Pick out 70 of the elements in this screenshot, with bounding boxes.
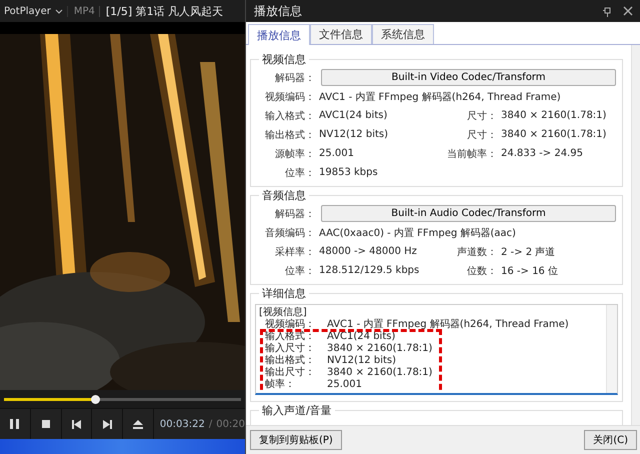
skip-back-icon xyxy=(72,420,81,428)
time-separator: / xyxy=(208,418,212,430)
detail-value: 25.001 xyxy=(327,379,362,390)
field-value: 3840 × 2160(1.78:1) xyxy=(500,110,606,121)
detail-value: AVC1 - 内置 FFmpeg 解码器(h264, Thread Frame) xyxy=(327,319,569,330)
skip-forward-icon xyxy=(102,420,112,428)
field-value: 25.001 xyxy=(318,148,355,159)
pause-icon xyxy=(10,419,20,429)
scrollbar[interactable] xyxy=(631,45,640,425)
chevron-down-icon xyxy=(54,8,63,14)
dialog-button[interactable]: 复制到剪贴板(P) xyxy=(250,430,342,450)
tab[interactable]: 系统信息 xyxy=(372,24,434,44)
field-label: 输入格式： xyxy=(264,110,315,122)
current-time: 00:03:22 xyxy=(160,418,205,430)
group-heading: 音频信息 xyxy=(259,188,309,203)
field-label: 声道数： xyxy=(456,246,497,258)
field-label: 位率： xyxy=(284,264,315,278)
detail-label: 输出尺寸： xyxy=(265,367,316,378)
field-value: 128.512/129.5 kbps xyxy=(318,265,420,276)
field-value: AVC1 - 内置 FFmpeg 解码器(h264, Thread Frame) xyxy=(318,90,561,104)
field-value: NV12(12 bits) xyxy=(318,129,390,140)
section-header: [视频信息] xyxy=(259,307,307,318)
field-label: 采样率： xyxy=(274,246,315,258)
field-label: 位率： xyxy=(284,166,315,180)
total-time: 00:20 xyxy=(216,418,246,430)
scrollbar[interactable] xyxy=(606,305,617,393)
detail-label: 视频编码： xyxy=(265,319,316,330)
dialog-button[interactable]: 关闭(C) xyxy=(584,430,637,450)
field-label: 源帧率： xyxy=(274,148,315,160)
eject-icon xyxy=(133,420,144,428)
field-value: AAC(0xaac0) - 内置 FFmpeg 解码器(aac) xyxy=(318,226,516,240)
field-value: 19853 kbps xyxy=(318,167,379,178)
seek-bar[interactable] xyxy=(4,398,241,401)
field-value: AVC1(24 bits) xyxy=(318,110,388,121)
tab[interactable]: 播放信息 xyxy=(248,24,310,45)
decoder-button[interactable]: Built-in Video Codec/Transform xyxy=(321,69,616,86)
tab[interactable]: 文件信息 xyxy=(310,24,372,44)
app-menu-button[interactable]: PotPlayer xyxy=(0,6,68,16)
dialog-title: 播放信息 xyxy=(254,2,303,20)
field-label: 解码器： xyxy=(274,72,315,84)
pin-icon[interactable] xyxy=(602,6,613,16)
field-value: 24.833 -> 24.95 xyxy=(500,148,583,159)
field-value: 16 -> 16 位 xyxy=(500,264,558,278)
field-label: 位数： xyxy=(466,264,497,278)
detail-label: 帧率： xyxy=(265,379,296,391)
field-value: 3840 × 2160(1.78:1) xyxy=(500,129,606,140)
field-value: 48000 -> 48000 Hz xyxy=(318,246,418,257)
group-heading: 输入声道/音量 xyxy=(259,403,335,418)
detail-value: 3840 × 2160(1.78:1) xyxy=(327,343,432,354)
close-icon[interactable] xyxy=(623,6,633,16)
field-label: 输出格式： xyxy=(264,128,315,142)
stop-icon xyxy=(42,420,50,428)
format-label: MP4 xyxy=(74,6,100,16)
detail-label: 输入尺寸： xyxy=(265,343,316,354)
detail-value: 3840 × 2160(1.78:1) xyxy=(327,367,432,378)
field-value: 2 -> 2 声道 xyxy=(500,246,556,258)
detail-label: 输出格式： xyxy=(265,355,316,366)
field-label: 尺寸： xyxy=(466,110,497,122)
group-heading: 视频信息 xyxy=(259,52,309,67)
detail-value: NV12(12 bits) xyxy=(327,355,396,366)
field-label: 解码器： xyxy=(274,208,315,220)
field-label: 当前帧率： xyxy=(446,148,497,160)
field-label: 视频编码： xyxy=(264,90,315,104)
field-label: 音频编码： xyxy=(264,226,315,240)
video-title: [1/5] 第1话 凡人风起天 xyxy=(106,4,224,18)
seek-handle[interactable] xyxy=(91,395,100,404)
decoder-button[interactable]: Built-in Audio Codec/Transform xyxy=(321,205,616,222)
detail-value: AVC1(24 bits) xyxy=(327,331,396,342)
field-label: 尺寸： xyxy=(466,128,497,142)
group-heading: 详细信息 xyxy=(259,286,309,301)
